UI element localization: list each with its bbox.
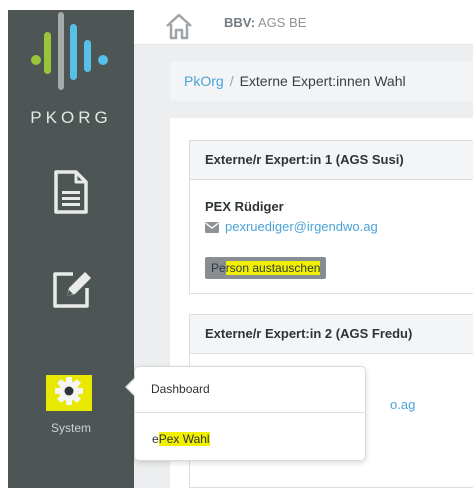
card-title: Externe/r Expert:in 2 (AGS Fredu) [190, 315, 473, 354]
bbv-label: BBV: [224, 15, 256, 30]
breadcrumb: PkOrg / Externe Expert:innen Wahl [170, 61, 473, 101]
sidebar-item-edit[interactable] [51, 268, 93, 310]
expert-email-link[interactable]: pexruediger@irgendwo.ag [225, 219, 378, 234]
menu-item-dashboard[interactable]: Dashboard [135, 367, 365, 413]
breadcrumb-separator: / [229, 73, 234, 89]
breadcrumb-current: Externe Expert:innen Wahl [239, 73, 406, 89]
edit-icon [53, 272, 91, 308]
menu-item-epex-wahl[interactable]: ePex Wahl [135, 417, 365, 457]
sidebar-item-system[interactable]: System [8, 367, 134, 437]
sidebar-item-documents[interactable] [51, 170, 91, 214]
top-bar: BBV: AGS BE [134, 10, 473, 45]
button-label-highlight: rson austauschen [225, 261, 321, 275]
home-icon[interactable] [164, 12, 194, 40]
expert-email[interactable]: pexruediger@irgendwo.ag [205, 219, 378, 234]
menu-item-label-highlight: Pex Wahl [158, 432, 210, 446]
logo-text: PKORG [30, 108, 112, 127]
menu-item-label: Dashboard [151, 382, 210, 396]
button-label-start: Pe [211, 261, 226, 275]
gear-icon [55, 377, 83, 405]
envelope-icon [205, 222, 219, 233]
expert-email-link[interactable]: o.ag [390, 397, 415, 412]
bbv-value: AGS BE [257, 15, 307, 30]
logo-bars-icon [31, 12, 108, 90]
system-submenu: Dashboard ePex Wahl [125, 366, 366, 461]
expert-card-1: Externe/r Expert:in 1 (AGS Susi) PEX Rüd… [189, 140, 473, 294]
breadcrumb-root-link[interactable]: PkOrg [184, 73, 224, 89]
sidebar: PKORG System [8, 10, 134, 488]
card-title: Externe/r Expert:in 1 (AGS Susi) [190, 141, 473, 180]
replace-person-button[interactable]: Person austauschen [205, 257, 327, 279]
bbv-indicator: BBV: AGS BE [224, 15, 306, 30]
expert-name: PEX Rüdiger [205, 199, 284, 214]
pkorg-logo[interactable]: PKORG [8, 10, 134, 130]
menu-item-label-start: e [152, 432, 159, 446]
gear-highlight [46, 375, 92, 411]
sidebar-item-label: System [50, 421, 91, 435]
document-icon [54, 170, 88, 214]
